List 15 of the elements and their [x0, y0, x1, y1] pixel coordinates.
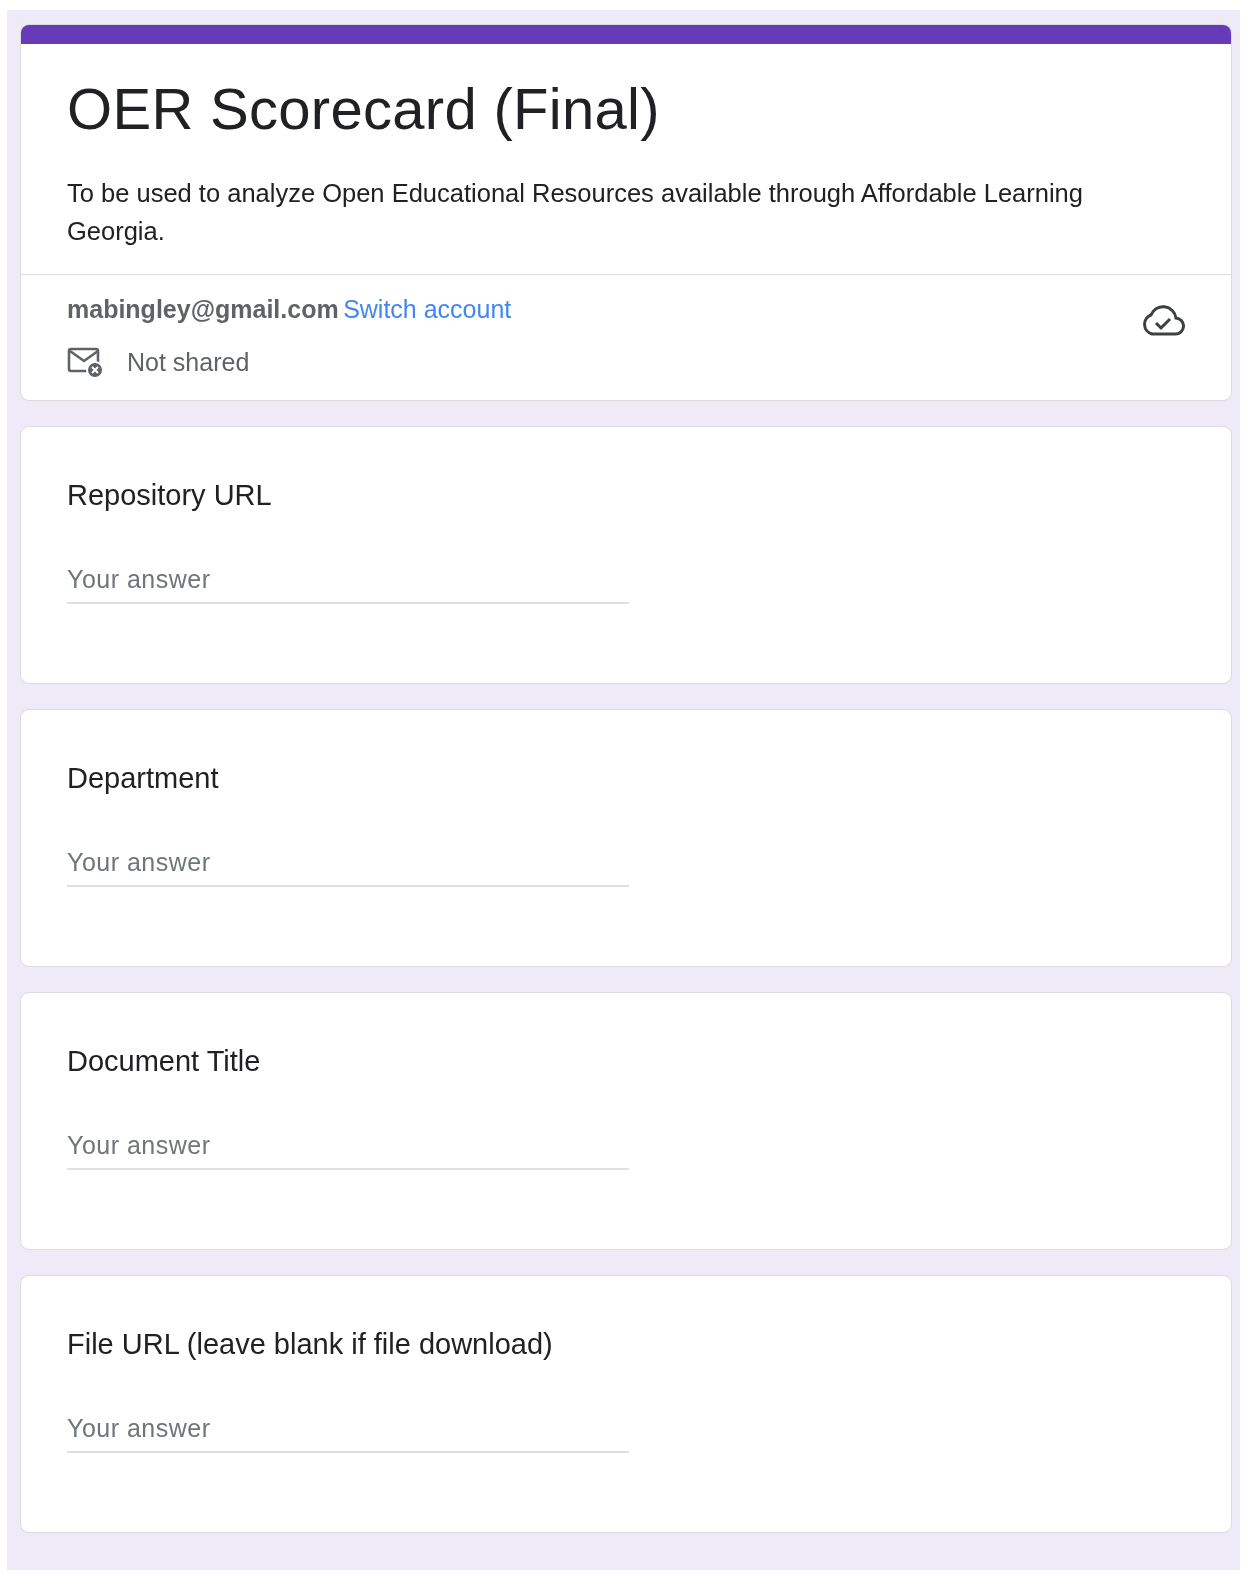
- answer-field[interactable]: Your answer: [67, 848, 629, 887]
- answer-field[interactable]: Your answer: [67, 1131, 629, 1170]
- sharing-status: Not shared: [127, 347, 250, 377]
- switch-account-link[interactable]: Switch account: [343, 295, 512, 323]
- question-label: Document Title: [67, 1044, 262, 1079]
- form-description: To be used to analyze Open Educational Resources available through Affordable Learning Georgia.: [67, 178, 1084, 247]
- answer-field[interactable]: Your answer: [67, 565, 629, 604]
- mail-off-icon: [67, 346, 105, 378]
- answer-field[interactable]: Your answer: [67, 1414, 629, 1453]
- account-email: mabingley@gmail.com: [67, 295, 339, 323]
- question-label: Repository URL: [67, 478, 273, 513]
- form-title: OER Scorecard (Final): [67, 75, 661, 143]
- cloud-check-icon: [1141, 303, 1185, 337]
- question-label: File URL (leave blank if file download): [67, 1327, 554, 1362]
- question-label: Department: [67, 761, 220, 796]
